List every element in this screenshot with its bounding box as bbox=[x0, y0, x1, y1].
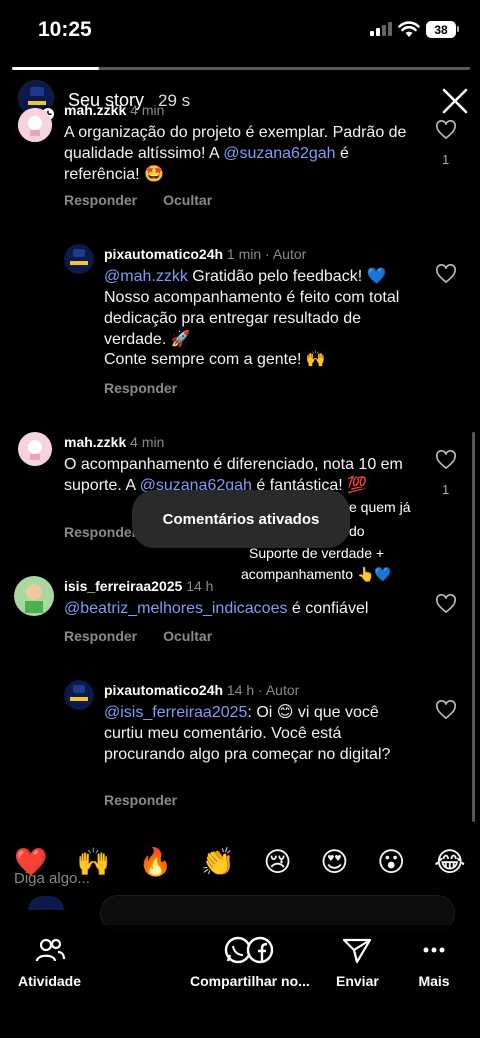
comment-username[interactable]: isis_ferreiraa2025 14 h bbox=[64, 578, 213, 594]
like-heart-icon[interactable] bbox=[435, 700, 457, 720]
comment-item: mah.zzkk 4 min A organização do projeto … bbox=[0, 96, 480, 216]
like-heart-icon[interactable] bbox=[435, 264, 457, 284]
comment-actions: Responder bbox=[104, 792, 177, 808]
more-label: Mais bbox=[418, 973, 450, 989]
story-caption-line: acompanhamento 👆💙 bbox=[236, 564, 397, 585]
story-progress-fill bbox=[12, 67, 100, 70]
reply-button[interactable]: Responder bbox=[104, 380, 177, 396]
send-button[interactable]: Enviar bbox=[336, 935, 379, 989]
comment-time: 4 min bbox=[130, 434, 165, 450]
comment-time: 4 min bbox=[130, 102, 165, 118]
wifi-icon bbox=[398, 21, 420, 37]
user-avatar[interactable] bbox=[64, 680, 94, 710]
reply-button[interactable]: Responder bbox=[64, 524, 137, 540]
comment-time: 14 h bbox=[226, 682, 255, 698]
share-button[interactable]: Compartilhar no... bbox=[190, 935, 310, 989]
user-avatar[interactable] bbox=[64, 244, 94, 274]
comment-text: A organização do projeto é exemplar. Pad… bbox=[64, 122, 414, 185]
status-time: 10:25 bbox=[38, 18, 92, 41]
comment-text-line2: Conte sempre com a gente! 🙌 bbox=[104, 351, 326, 368]
username-text[interactable]: mah.zzkk bbox=[64, 434, 126, 450]
reaction-wow[interactable]: 😮 bbox=[377, 847, 405, 878]
user-avatar[interactable] bbox=[14, 576, 54, 616]
comments-scrollbar[interactable] bbox=[472, 432, 475, 822]
mention-link[interactable]: @beatriz_melhores_indicacoes bbox=[64, 600, 287, 617]
username-text[interactable]: isis_ferreiraa2025 bbox=[64, 578, 182, 594]
reply-avatar bbox=[28, 896, 64, 910]
battery-nub bbox=[457, 26, 459, 32]
avatar-image-icon bbox=[18, 432, 52, 466]
avatar-image-icon bbox=[14, 576, 54, 616]
logo-icon bbox=[64, 680, 94, 710]
reply-placeholder[interactable]: Diga algo... bbox=[14, 870, 90, 887]
signal-icon bbox=[370, 22, 392, 36]
reaction-laugh[interactable]: 😂 bbox=[434, 847, 466, 878]
comments-list[interactable]: mah.zzkk 4 min A organização do projeto … bbox=[0, 96, 480, 826]
toast-notification: Comentários ativados bbox=[132, 490, 350, 548]
comment-text: @isis_ferreiraa2025: Oi 😊 vi que você cu… bbox=[104, 702, 404, 765]
mention-link[interactable]: @mah.zzkk bbox=[104, 268, 188, 285]
status-bar: 10:25 38 bbox=[0, 0, 480, 60]
comment-username[interactable]: mah.zzkk 4 min bbox=[64, 434, 164, 450]
reply-button[interactable]: Responder bbox=[64, 628, 137, 644]
send-label: Enviar bbox=[336, 973, 379, 989]
comment-text: @beatriz_melhores_indicacoes é confiável bbox=[64, 598, 434, 619]
like-heart-icon[interactable] bbox=[435, 450, 457, 470]
reaction-cry[interactable]: 😢 bbox=[264, 847, 292, 878]
comment-username[interactable]: pixautomatico24h 1 min · Autor bbox=[104, 246, 306, 262]
hide-button[interactable]: Ocultar bbox=[163, 192, 212, 208]
avatar-image-icon bbox=[18, 108, 52, 142]
comment-time: 1 min bbox=[226, 246, 262, 262]
author-badge: Autor bbox=[265, 682, 300, 698]
people-icon bbox=[35, 938, 65, 962]
reaction-heart-eyes[interactable]: 😍 bbox=[320, 847, 348, 878]
comment-actions: Responder Ocultar bbox=[64, 628, 212, 644]
reaction-clap[interactable]: 👏 bbox=[201, 846, 235, 878]
reaction-fire[interactable]: 🔥 bbox=[139, 846, 173, 878]
comment-actions: Responder bbox=[64, 524, 137, 540]
comment-actions: Responder bbox=[104, 380, 177, 396]
share-label: Compartilhar no... bbox=[190, 973, 310, 989]
author-badge: Autor bbox=[272, 246, 307, 262]
like-heart-icon[interactable] bbox=[435, 594, 457, 614]
reply-button[interactable]: Responder bbox=[64, 192, 137, 208]
comment-username[interactable]: pixautomatico24h 14 h · Autor bbox=[104, 682, 299, 698]
more-button[interactable]: Mais bbox=[414, 935, 454, 989]
hide-button[interactable]: Ocultar bbox=[163, 628, 212, 644]
username-text[interactable]: mah.zzkk bbox=[64, 102, 126, 118]
battery-indicator: 38 bbox=[426, 21, 456, 38]
whatsapp-facebook-icon bbox=[224, 936, 274, 964]
user-avatar[interactable] bbox=[18, 108, 52, 142]
like-heart-icon[interactable] bbox=[435, 120, 457, 140]
user-avatar[interactable] bbox=[18, 432, 52, 466]
comment-time: 14 h bbox=[186, 578, 214, 594]
story-caption-line: e quem já bbox=[344, 497, 416, 517]
comment-reply-item: pixautomatico24h 1 min · Autor @mah.zzkk… bbox=[0, 240, 480, 410]
comment-actions: Responder Ocultar bbox=[64, 192, 212, 208]
comment-username[interactable]: mah.zzkk 4 min bbox=[64, 102, 164, 118]
activity-label: Atividade bbox=[18, 973, 82, 989]
username-text[interactable]: pixautomatico24h bbox=[104, 682, 223, 698]
username-text[interactable]: pixautomatico24h bbox=[104, 246, 223, 262]
activity-button[interactable]: Atividade bbox=[18, 935, 81, 989]
comment-reply-item: pixautomatico24h 14 h · Autor @isis_ferr… bbox=[0, 676, 480, 816]
comment-text: @mah.zzkk Gratidão pelo feedback! 💙 Noss… bbox=[104, 266, 404, 350]
mention-link[interactable]: @isis_ferreiraa2025 bbox=[104, 704, 247, 721]
story-progress-bar bbox=[12, 67, 470, 70]
like-count: 1 bbox=[442, 482, 450, 497]
more-dots-icon bbox=[423, 947, 445, 953]
mention-link[interactable]: @suzana62gah bbox=[223, 145, 335, 162]
paper-plane-icon bbox=[343, 938, 372, 964]
reply-button[interactable]: Responder bbox=[104, 792, 177, 808]
like-count: 1 bbox=[442, 152, 450, 167]
bottom-action-bar: Atividade Compartilhar no... Enviar Mais bbox=[0, 925, 480, 1038]
logo-icon bbox=[64, 244, 94, 274]
comment-text-part: é confiável bbox=[287, 600, 369, 617]
